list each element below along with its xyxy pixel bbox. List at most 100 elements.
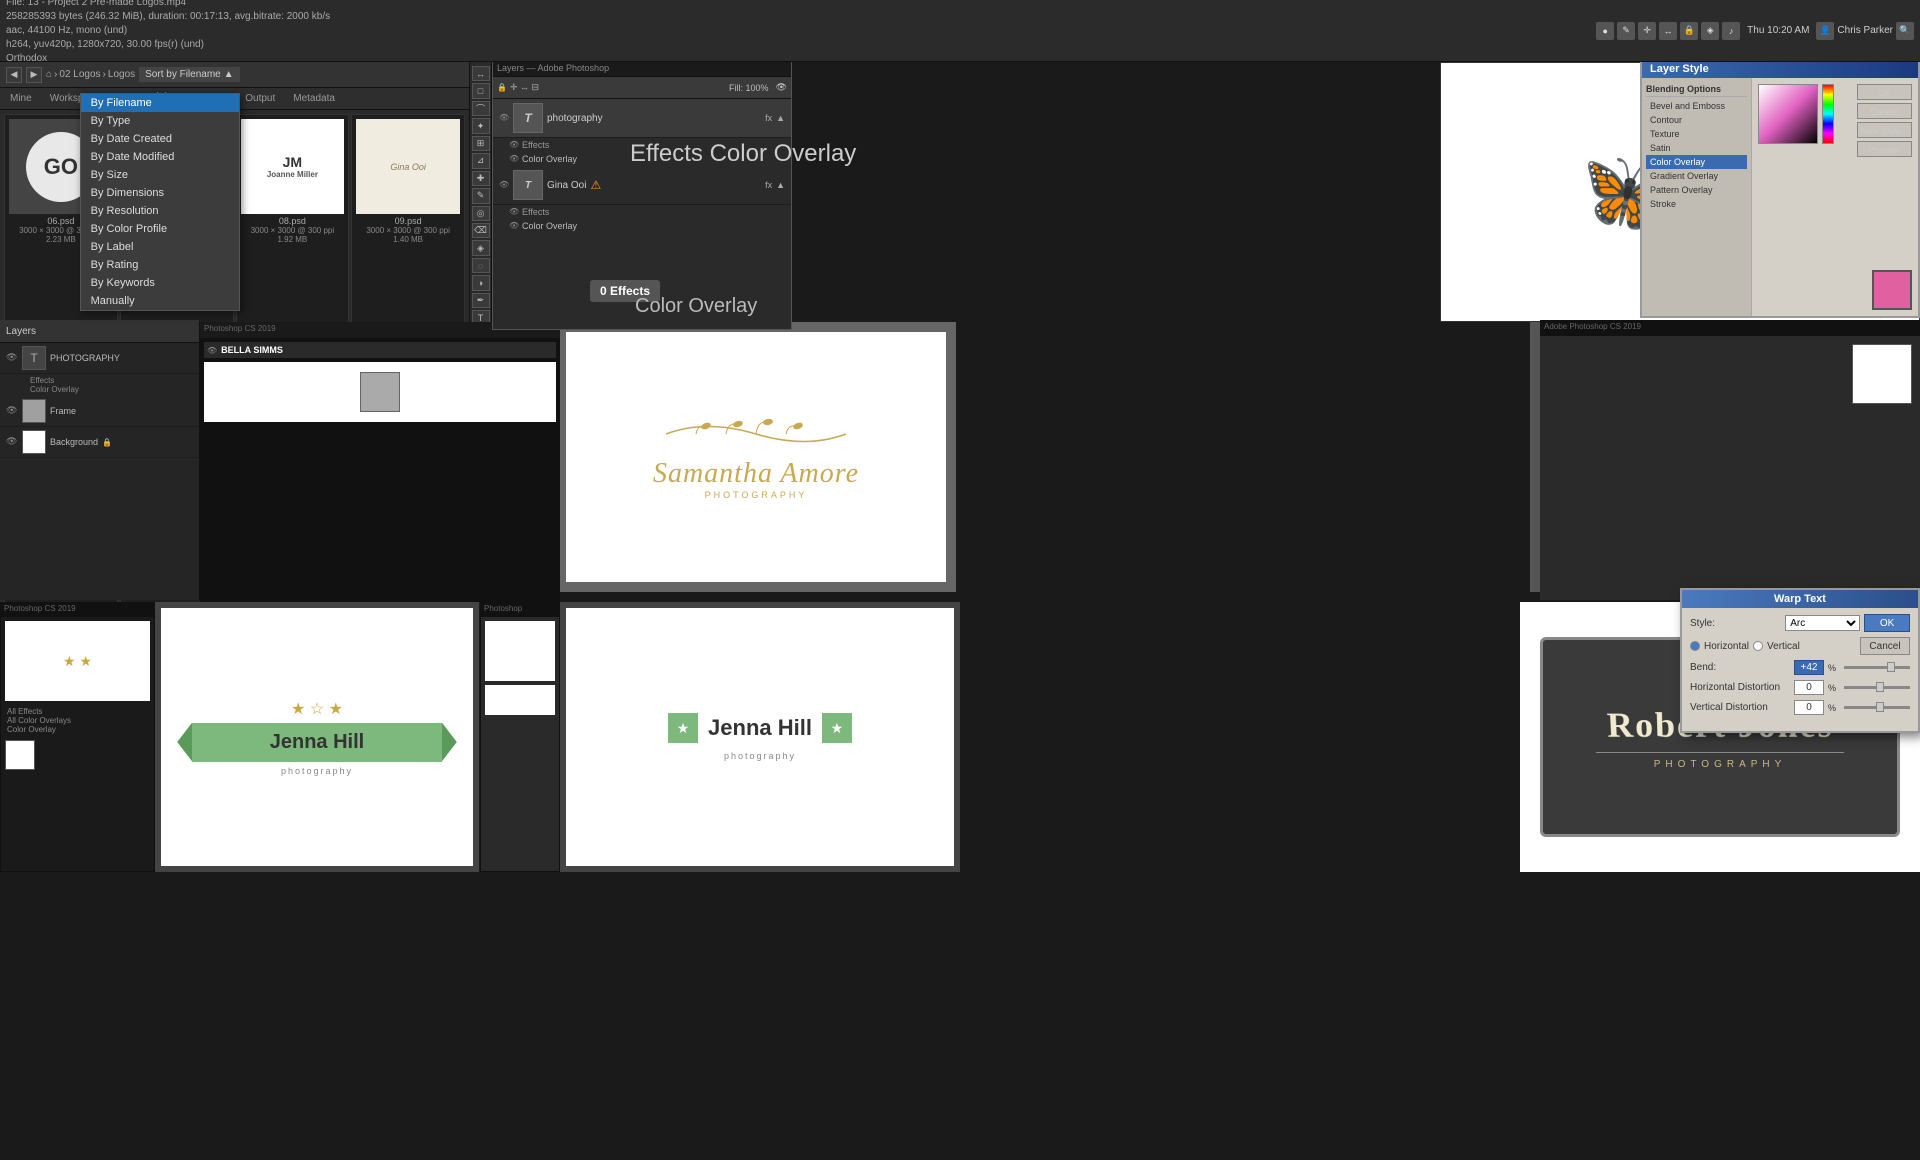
bend-slider[interactable]	[1844, 666, 1910, 669]
brush-icon[interactable]: ✎	[1617, 22, 1635, 40]
sort-button[interactable]: Sort by Filename ▲	[139, 67, 240, 82]
bevel-emboss-item[interactable]: Bevel and Emboss	[1646, 99, 1747, 113]
contour-item[interactable]: Contour	[1646, 113, 1747, 127]
style-select[interactable]: Arc Arc Lower Arc Upper Arch Bulge Shell…	[1785, 615, 1860, 631]
preview-button[interactable]: Preview	[1857, 141, 1912, 157]
tab-mine[interactable]: Mine	[4, 91, 38, 106]
tool-crop[interactable]: ⊞	[472, 136, 490, 151]
jenna-canvas-1: ★ ☆ ★ Jenna Hill photography	[161, 608, 473, 866]
tool-blur[interactable]: ◌	[472, 258, 490, 273]
cancel-button[interactable]: Cancel	[1857, 103, 1912, 119]
sort-option-date-modified[interactable]: By Date Modified	[81, 148, 239, 166]
sort-option-resolution[interactable]: By Resolution	[81, 202, 239, 220]
username: Chris Parker	[1837, 25, 1893, 36]
texture-item[interactable]: Texture	[1646, 127, 1747, 141]
color-gradient[interactable]	[1758, 84, 1818, 144]
move-icon[interactable]: ↔	[1659, 22, 1677, 40]
tool-dodge[interactable]: ◑	[472, 275, 490, 290]
fx-eye-icon[interactable]: 👁	[509, 207, 519, 217]
v-distortion-slider[interactable]	[1844, 706, 1910, 709]
ps-dark-layers: 👁 BELLA SIMMS	[200, 338, 560, 430]
chevron-icon[interactable]: ▲	[776, 180, 785, 190]
sort-option-manually[interactable]: Manually	[81, 292, 239, 310]
pattern-overlay-item[interactable]: Pattern Overlay	[1646, 183, 1747, 197]
horizontal-radio[interactable]	[1690, 641, 1700, 651]
tab-output[interactable]: Output	[239, 91, 281, 106]
bend-slider-handle[interactable]	[1887, 662, 1895, 672]
tool-magic-wand[interactable]: ✦	[472, 118, 490, 133]
bend-value[interactable]: +42	[1794, 660, 1824, 675]
back-btn[interactable]: ◀	[6, 67, 22, 83]
select-icon[interactable]: ✛	[1638, 22, 1656, 40]
eye-icon[interactable]: 👁	[207, 346, 217, 355]
breadcrumb-logos2[interactable]: Logos	[108, 69, 135, 80]
vertical-radio[interactable]	[1753, 641, 1763, 651]
tool-select[interactable]: □	[472, 83, 490, 98]
tool-pen[interactable]: ✒	[472, 293, 490, 308]
sort-option-rating[interactable]: By Rating	[81, 256, 239, 274]
tool-brush[interactable]: ✎	[472, 188, 490, 203]
sort-option-color-profile[interactable]: By Color Profile	[81, 220, 239, 238]
breadcrumb-home[interactable]: ⌂	[46, 69, 52, 80]
eye-icon[interactable]: 👁	[499, 113, 509, 123]
fx-eye-icon[interactable]: 👁	[509, 154, 519, 164]
thumb-gina: Gina Ooi	[356, 119, 460, 214]
hue-bar[interactable]	[1822, 84, 1834, 144]
chevron-icon[interactable]: ▲	[776, 113, 785, 123]
tab-metadata[interactable]: Metadata	[287, 91, 341, 106]
layer-name: PHOTOGRAPHY	[50, 353, 120, 363]
badge-left: ★	[668, 713, 698, 743]
gradient-overlay-item[interactable]: Gradient Overlay	[1646, 169, 1747, 183]
h-distortion-handle[interactable]	[1876, 682, 1884, 692]
eye-icon[interactable]: 👁	[499, 180, 509, 190]
breadcrumb-logos[interactable]: 02 Logos	[59, 69, 100, 80]
sort-option-filename[interactable]: By Filename	[81, 94, 239, 112]
tool-fill[interactable]: ◈	[472, 240, 490, 255]
ps-layer-gina[interactable]: 👁 T Gina Ooi ⚠ fx ▲	[493, 166, 791, 205]
sort-option-date-created[interactable]: By Date Created	[81, 130, 239, 148]
eye-icon[interactable]: 👁	[6, 436, 18, 448]
layers-header: Layers	[0, 321, 199, 343]
wifi-icon: ◈	[1701, 22, 1719, 40]
fx-eye-icon[interactable]: 👁	[509, 140, 519, 150]
sort-option-label[interactable]: By Label	[81, 238, 239, 256]
v-distortion-value[interactable]: 0	[1794, 700, 1824, 715]
color-icon[interactable]: ●	[1596, 22, 1614, 40]
v-distortion-handle[interactable]	[1876, 702, 1884, 712]
tool-lasso[interactable]: ⌒	[472, 101, 490, 116]
sort-option-keywords[interactable]: By Keywords	[81, 274, 239, 292]
layer-row-frame[interactable]: 👁 Frame	[0, 396, 199, 427]
eye-icon[interactable]: 👁	[6, 352, 18, 364]
color-swatch[interactable]	[1872, 270, 1912, 310]
bella-layer[interactable]: 👁 BELLA SIMMS	[204, 342, 556, 358]
sort-option-type[interactable]: By Type	[81, 112, 239, 130]
layer-name: photography	[547, 113, 603, 124]
sort-option-size[interactable]: By Size	[81, 166, 239, 184]
color-overlay-item[interactable]: Color Overlay	[1646, 155, 1747, 169]
sort-option-dimensions[interactable]: By Dimensions	[81, 184, 239, 202]
speaker-icon[interactable]: ♪	[1722, 22, 1740, 40]
h-distortion-slider[interactable]	[1844, 686, 1910, 689]
warp-ok-button[interactable]: OK	[1864, 614, 1910, 632]
banner-right	[442, 723, 457, 762]
warp-cancel-button[interactable]: Cancel	[1860, 637, 1910, 655]
layer-row-photography[interactable]: 👁 T PHOTOGRAPHY	[0, 343, 199, 374]
stroke-item[interactable]: Stroke	[1646, 197, 1747, 211]
search-icon[interactable]: 🔍	[1896, 22, 1914, 40]
tool-erase[interactable]: ⌫	[472, 223, 490, 238]
ps-layer-photography[interactable]: 👁 T photography fx ▲	[493, 99, 791, 138]
visibility-icon[interactable]: 👁	[776, 82, 787, 93]
eye-icon[interactable]: 👁	[6, 405, 18, 417]
fx-eye-icon[interactable]: 👁	[509, 221, 519, 231]
ok-button[interactable]: OK	[1857, 84, 1912, 100]
h-distortion-value[interactable]: 0	[1794, 680, 1824, 695]
lock-icon[interactable]: 🔒	[1680, 22, 1698, 40]
tool-eyedropper[interactable]: ⊿	[472, 153, 490, 168]
tool-clone[interactable]: ◎	[472, 206, 490, 221]
tool-move[interactable]: ↔	[472, 66, 490, 81]
layer-row-bg[interactable]: 👁 Background 🔒	[0, 427, 199, 458]
new-style-button[interactable]: New Style...	[1857, 122, 1912, 138]
satin-item[interactable]: Satin	[1646, 141, 1747, 155]
forward-btn[interactable]: ▶	[26, 67, 42, 83]
tool-heal[interactable]: ✚	[472, 171, 490, 186]
